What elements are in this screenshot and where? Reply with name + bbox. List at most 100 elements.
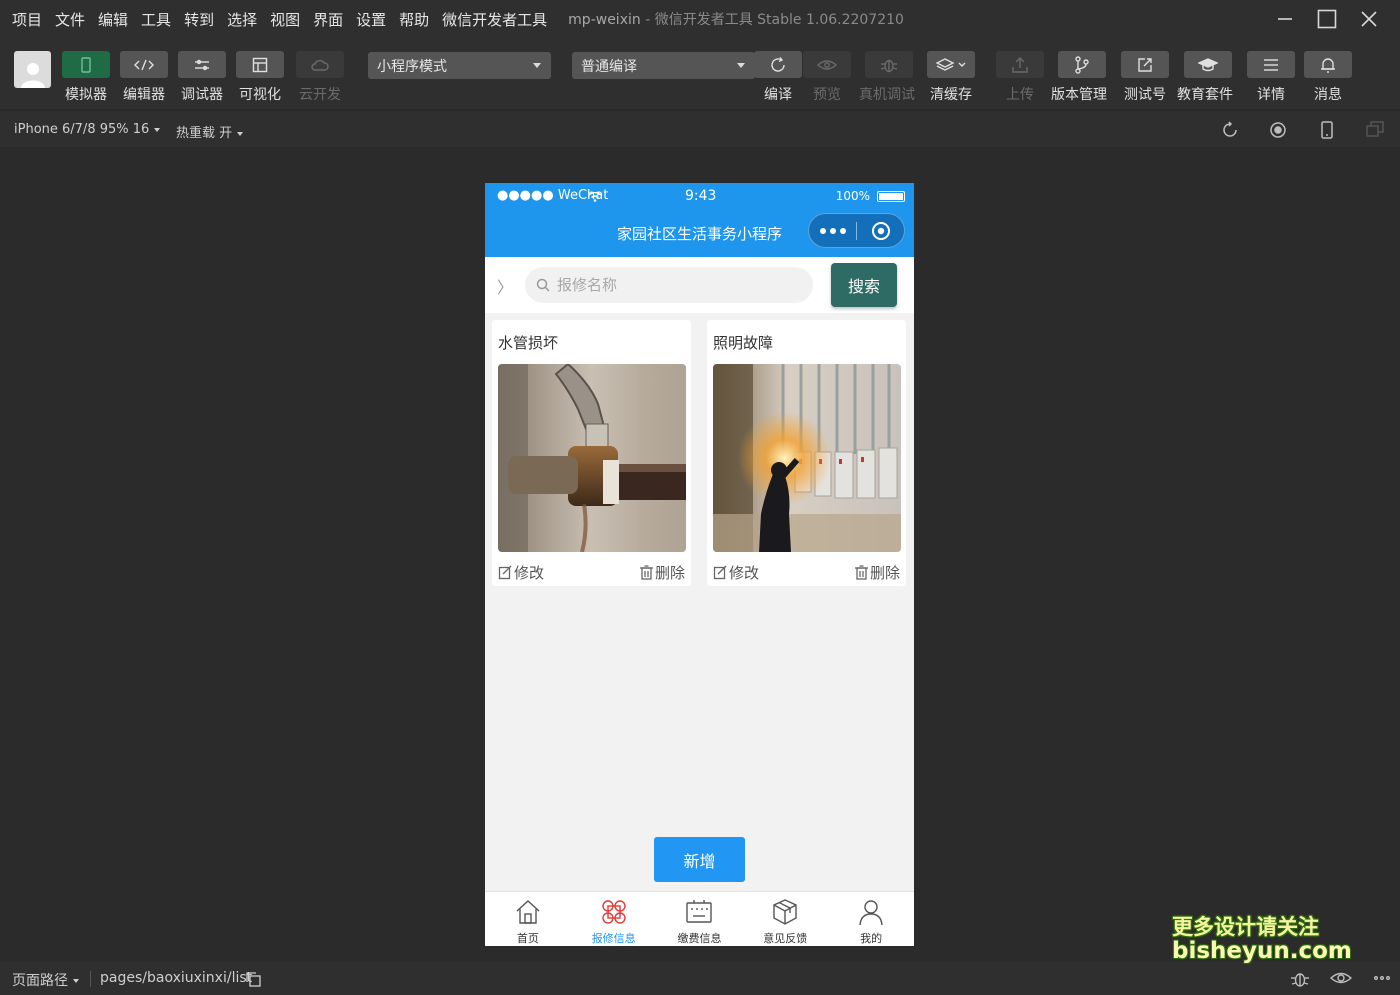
device-select-value: iPhone 6/7/8 95% 16 bbox=[14, 122, 150, 137]
phone-nav-bar: 家园社区生活事务小程序 bbox=[485, 209, 914, 257]
simulator-button[interactable] bbox=[62, 51, 110, 78]
delete-button[interactable]: 删除 bbox=[854, 562, 900, 583]
menu-project[interactable]: 项目 bbox=[12, 9, 42, 30]
divider bbox=[90, 971, 91, 987]
messages-label: 消息 bbox=[1314, 87, 1342, 103]
home-icon bbox=[516, 900, 540, 924]
mode-select[interactable]: 小程序模式 bbox=[368, 52, 551, 79]
project-name: mp-weixin bbox=[568, 12, 641, 28]
editor-tool[interactable]: 编辑器 bbox=[118, 51, 170, 104]
rotate-button[interactable] bbox=[1221, 121, 1239, 139]
compile-label: 编译 bbox=[764, 87, 792, 103]
toolbar: 模拟器 编辑器 调试器 可视化 云开发 小程序模式 普通编译 编译 预览 真机调… bbox=[0, 38, 1400, 110]
messages-button[interactable] bbox=[1304, 51, 1352, 78]
delete-button[interactable]: 删除 bbox=[639, 562, 685, 583]
debug-button[interactable] bbox=[1290, 970, 1310, 992]
close-button[interactable] bbox=[1348, 6, 1390, 32]
search-button[interactable]: 搜索 bbox=[831, 263, 897, 307]
remote-debug-button[interactable] bbox=[865, 51, 913, 78]
device-select[interactable]: iPhone 6/7/8 95% 16 bbox=[14, 122, 161, 137]
upload-tool[interactable]: 上传 bbox=[994, 51, 1046, 104]
hot-reload-select[interactable]: 热重载 开 bbox=[176, 122, 244, 141]
menu-items: 项目 文件 编辑 工具 转到 选择 视图 界面 设置 帮助 微信开发者工具 bbox=[0, 9, 560, 30]
menu-tools[interactable]: 工具 bbox=[141, 9, 171, 30]
education-button[interactable] bbox=[1184, 51, 1232, 78]
battery-icon bbox=[877, 191, 905, 202]
simulator-tool[interactable]: 模拟器 bbox=[60, 51, 112, 104]
cloud-tool[interactable]: 云开发 bbox=[294, 51, 346, 104]
avatar[interactable] bbox=[14, 51, 51, 88]
visual-tool[interactable]: 可视化 bbox=[234, 51, 286, 104]
debugger-button[interactable] bbox=[178, 51, 226, 78]
more-options-button[interactable] bbox=[1372, 970, 1392, 990]
minimize-button[interactable] bbox=[1264, 6, 1306, 32]
tab-mine[interactable]: 我的 bbox=[828, 892, 914, 946]
menu-settings[interactable]: 设置 bbox=[356, 9, 386, 30]
compile-button[interactable] bbox=[754, 51, 802, 78]
menu-view[interactable]: 视图 bbox=[270, 9, 300, 30]
chevron-right-icon[interactable]: 〉 bbox=[497, 274, 513, 298]
more-button[interactable] bbox=[809, 227, 856, 234]
test-account-button[interactable] bbox=[1121, 51, 1169, 78]
trash-icon bbox=[854, 565, 868, 580]
status-bar: 页面路径 pages/baoxiuxinxi/list bbox=[0, 962, 1400, 995]
compile-mode-select[interactable]: 普通编译 bbox=[572, 52, 755, 79]
search-input[interactable] bbox=[525, 267, 813, 303]
repair-card[interactable]: 照明故障 修改 删除 bbox=[707, 320, 906, 586]
delete-label: 删除 bbox=[869, 564, 900, 582]
tab-label: 我的 bbox=[860, 932, 883, 945]
remote-debug-tool[interactable]: 真机调试 bbox=[859, 51, 915, 104]
copy-path-button[interactable] bbox=[246, 972, 261, 991]
tab-bar: 首页 报修信息 缴费信息 意见反馈 我的 bbox=[485, 891, 914, 946]
messages-tool[interactable]: 消息 bbox=[1302, 51, 1354, 104]
details-tool[interactable]: 详情 bbox=[1245, 51, 1297, 104]
test-account-tool[interactable]: 测试号 bbox=[1119, 51, 1171, 104]
search-bar: 〉 搜索 bbox=[485, 257, 914, 313]
menu-select[interactable]: 选择 bbox=[227, 9, 257, 30]
menu-goto[interactable]: 转到 bbox=[184, 9, 214, 30]
debugger-label: 调试器 bbox=[181, 87, 223, 103]
page-path-select[interactable]: 页面路径 bbox=[12, 970, 79, 990]
pipe-damage-image[interactable] bbox=[498, 364, 686, 552]
menu-interface[interactable]: 界面 bbox=[313, 9, 343, 30]
edit-button[interactable]: 修改 bbox=[498, 562, 544, 583]
close-miniprogram-button[interactable] bbox=[857, 221, 904, 241]
debugger-tool[interactable]: 调试器 bbox=[176, 51, 228, 104]
details-button[interactable] bbox=[1247, 51, 1295, 78]
tab-repair-info[interactable]: 报修信息 bbox=[571, 892, 657, 946]
tab-home[interactable]: 首页 bbox=[485, 892, 571, 946]
version-button[interactable] bbox=[1058, 51, 1106, 78]
menu-wechat-devtools[interactable]: 微信开发者工具 bbox=[442, 9, 547, 30]
cloud-icon bbox=[311, 59, 329, 71]
preview-button[interactable] bbox=[803, 51, 851, 78]
version-tool[interactable]: 版本管理 bbox=[1051, 51, 1108, 104]
preview-eye-button[interactable] bbox=[1329, 970, 1353, 990]
lighting-fault-image[interactable] bbox=[713, 364, 901, 552]
visual-button[interactable] bbox=[236, 51, 284, 78]
chevron-down-icon bbox=[73, 979, 79, 983]
simulator-label: 模拟器 bbox=[65, 87, 107, 103]
preview-tool[interactable]: 预览 bbox=[801, 51, 853, 104]
edit-button[interactable]: 修改 bbox=[713, 562, 759, 583]
tab-payment-info[interactable]: 缴费信息 bbox=[657, 892, 743, 946]
repair-card[interactable]: 水管损坏 修改 删除 bbox=[492, 320, 691, 586]
mobile-icon bbox=[1321, 121, 1333, 139]
record-button[interactable] bbox=[1269, 121, 1287, 139]
clear-cache-button[interactable] bbox=[927, 51, 975, 78]
cloud-button[interactable] bbox=[296, 51, 344, 78]
compile-mode-value: 普通编译 bbox=[581, 58, 637, 75]
add-button[interactable]: 新增 bbox=[654, 837, 745, 882]
detach-button[interactable] bbox=[1366, 121, 1384, 139]
tab-feedback[interactable]: 意见反馈 bbox=[742, 892, 828, 946]
compile-tool[interactable]: 编译 bbox=[752, 51, 804, 104]
maximize-button[interactable] bbox=[1306, 6, 1348, 32]
clear-cache-tool[interactable]: 清缓存 bbox=[925, 51, 977, 104]
menu-edit[interactable]: 编辑 bbox=[98, 9, 128, 30]
menu-help[interactable]: 帮助 bbox=[399, 9, 429, 30]
device-button[interactable] bbox=[1318, 121, 1336, 139]
upload-button[interactable] bbox=[996, 51, 1044, 78]
editor-button[interactable] bbox=[120, 51, 168, 78]
box-icon bbox=[773, 899, 797, 925]
education-tool[interactable]: 教育套件 bbox=[1177, 51, 1234, 104]
menu-file[interactable]: 文件 bbox=[55, 9, 85, 30]
